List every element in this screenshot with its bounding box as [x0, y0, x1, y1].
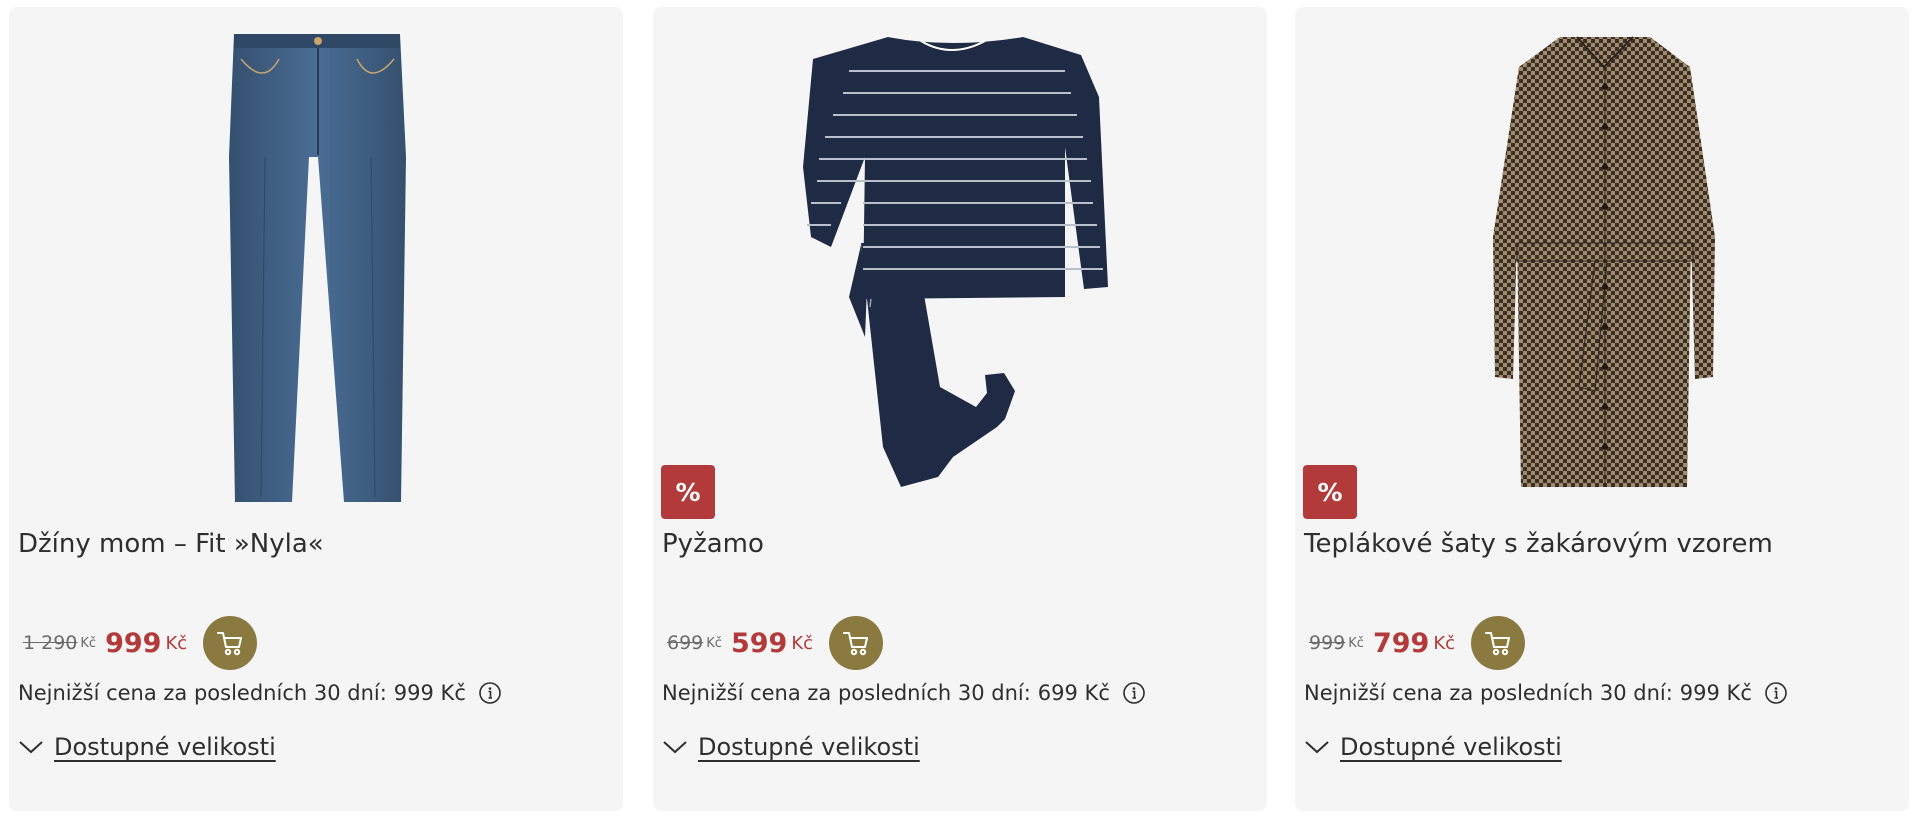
info-icon[interactable] [478, 681, 502, 705]
available-sizes-link[interactable]: Dostupné velikosti [54, 733, 276, 761]
product-title[interactable]: Džíny mom – Fit »Nyla« [18, 529, 324, 559]
cart-icon [217, 632, 243, 656]
old-price: 699 [667, 632, 704, 654]
product-image[interactable]: % [1295, 7, 1909, 519]
product-card[interactable]: Džíny mom – Fit »Nyla« 1 290 Kč 999 Kč N… [9, 7, 623, 811]
cart-icon [1485, 632, 1511, 656]
lowest-price-value: 999 Kč [1679, 681, 1752, 705]
discount-badge: % [1303, 465, 1357, 519]
price-row: 1 290 Kč 999 Kč [23, 615, 258, 671]
available-sizes-link[interactable]: Dostupné velikosti [1340, 733, 1562, 761]
info-icon[interactable] [1764, 681, 1788, 705]
old-price-currency: Kč [1348, 635, 1364, 651]
old-price-currency: Kč [706, 635, 722, 651]
lowest-price-value: 999 Kč [393, 681, 466, 705]
price-row: 999 Kč 799 Kč [1309, 615, 1526, 671]
lowest-price-info: Nejnižší cena za posledních 30 dní: 999 … [1304, 681, 1788, 705]
add-to-cart-button[interactable] [1471, 616, 1526, 670]
sale-price-currency: Kč [791, 632, 814, 654]
available-sizes-toggle[interactable]: Dostupné velikosti [662, 733, 920, 761]
sale-price-currency: Kč [1433, 632, 1456, 654]
dress-image [1493, 36, 1715, 487]
sale-price-currency: Kč [165, 632, 188, 654]
sale-price: 599 [730, 627, 788, 659]
lowest-price-label: Nejnižší cena za posledních 30 dní: [662, 681, 1031, 705]
pajamas-image [803, 37, 1108, 487]
available-sizes-link[interactable]: Dostupné velikosti [698, 733, 920, 761]
add-to-cart-button[interactable] [829, 616, 884, 670]
available-sizes-toggle[interactable]: Dostupné velikosti [1304, 733, 1562, 761]
chevron-down-icon [662, 739, 688, 755]
sale-price: 799 [1372, 627, 1430, 659]
lowest-price-value: 699 Kč [1037, 681, 1110, 705]
product-image[interactable] [9, 7, 623, 512]
lowest-price-info: Nejnižší cena za posledních 30 dní: 999 … [18, 681, 502, 705]
old-price: 999 [1309, 632, 1346, 654]
product-card[interactable]: % Teplákové šaty s žakárovým vzorem 999 … [1295, 7, 1909, 811]
lowest-price-label: Nejnižší cena za posledních 30 dní: [18, 681, 387, 705]
available-sizes-toggle[interactable]: Dostupné velikosti [18, 733, 276, 761]
discount-badge: % [661, 465, 715, 519]
product-image[interactable]: % [653, 7, 1267, 519]
cart-icon [843, 632, 869, 656]
chevron-down-icon [1304, 739, 1330, 755]
old-price: 1 290 [23, 632, 78, 654]
add-to-cart-button[interactable] [203, 616, 258, 670]
sale-price: 999 [105, 627, 162, 659]
jeans-image [229, 34, 406, 502]
product-title[interactable]: Teplákové šaty s žakárovým vzorem [1304, 529, 1773, 559]
product-card[interactable]: % Pyžamo 699 Kč 599 Kč Nejnižší cena za … [653, 7, 1267, 811]
product-title[interactable]: Pyžamo [662, 529, 764, 559]
lowest-price-label: Nejnižší cena za posledních 30 dní: [1304, 681, 1673, 705]
lowest-price-info: Nejnižší cena za posledních 30 dní: 699 … [662, 681, 1146, 705]
old-price-currency: Kč [80, 635, 97, 651]
info-icon[interactable] [1122, 681, 1146, 705]
product-grid: Džíny mom – Fit »Nyla« 1 290 Kč 999 Kč N… [0, 0, 1920, 823]
price-row: 699 Kč 599 Kč [667, 615, 884, 671]
chevron-down-icon [18, 739, 44, 755]
